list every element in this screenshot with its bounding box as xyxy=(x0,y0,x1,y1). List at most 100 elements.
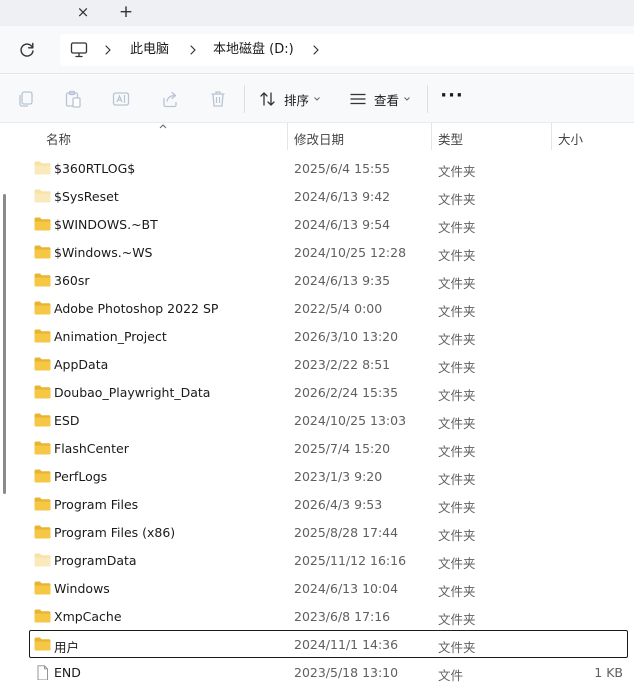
file-name: Animation_Project xyxy=(54,329,167,344)
file-row[interactable]: $WINDOWS.~BT 2024/6/13 9:54 文件夹 xyxy=(29,210,628,238)
file-type: 文件夹 xyxy=(438,192,476,207)
file-type: 文件夹 xyxy=(438,276,476,291)
paste-icon[interactable] xyxy=(63,89,83,109)
file-row[interactable]: AppData 2023/2/22 8:51 文件夹 xyxy=(29,350,628,378)
file-type: 文件 xyxy=(438,668,464,683)
address-path[interactable]: 此电脑 本地磁盘 (D:) xyxy=(60,34,634,66)
chevron-right-icon[interactable] xyxy=(310,41,322,59)
column-divider[interactable] xyxy=(431,123,432,150)
file-row[interactable]: ProgramData 2025/11/12 16:16 文件夹 xyxy=(29,546,628,574)
sort-ascending-icon xyxy=(159,124,167,129)
file-name: XmpCache xyxy=(54,609,122,624)
file-type: 文件夹 xyxy=(438,556,476,571)
column-date[interactable]: 修改日期 xyxy=(294,129,344,148)
folder-icon xyxy=(34,245,51,259)
view-label: 查看 xyxy=(374,92,400,108)
folder-icon xyxy=(34,497,51,511)
folder-icon xyxy=(34,441,51,455)
column-divider[interactable] xyxy=(287,123,288,150)
more-options-button[interactable]: ··· xyxy=(440,87,464,109)
view-button[interactable]: 查看 xyxy=(349,89,411,109)
column-divider[interactable] xyxy=(551,123,552,150)
file-row[interactable]: $Windows.~WS 2024/10/25 12:28 文件夹 xyxy=(29,238,628,266)
column-name[interactable]: 名称 xyxy=(46,129,71,148)
file-type: 文件夹 xyxy=(438,360,476,375)
file-date: 2026/4/3 9:53 xyxy=(294,497,383,512)
chevron-down-icon xyxy=(404,97,410,101)
address-bar: 此电脑 本地磁盘 (D:) xyxy=(0,26,634,74)
share-icon[interactable] xyxy=(160,89,180,109)
sort-button[interactable]: 排序 xyxy=(259,89,321,109)
file-type: 文件夹 xyxy=(438,304,476,319)
file-name: $Windows.~WS xyxy=(54,245,153,260)
file-date: 2023/6/8 17:16 xyxy=(294,609,391,624)
file-date: 2025/7/4 15:20 xyxy=(294,441,391,456)
file-row[interactable]: Program Files 2026/4/3 9:53 文件夹 xyxy=(29,490,628,518)
file-type: 文件夹 xyxy=(438,640,476,655)
chevron-right-icon[interactable] xyxy=(102,41,114,59)
file-row[interactable]: 用户 2024/11/1 14:36 文件夹 xyxy=(29,630,628,658)
file-name: FlashCenter xyxy=(54,441,129,456)
folder-icon xyxy=(34,413,51,427)
file-size: 1 KB xyxy=(594,665,623,680)
breadcrumb-drive-d[interactable]: 本地磁盘 (D:) xyxy=(213,41,294,59)
file-row[interactable]: $SysReset 2024/6/13 9:42 文件夹 xyxy=(29,182,628,210)
file-row[interactable]: Windows 2024/6/13 10:04 文件夹 xyxy=(29,574,628,602)
file-row[interactable]: ESD 2024/10/25 13:03 文件夹 xyxy=(29,406,628,434)
file-row[interactable]: XmpCache 2023/6/8 17:16 文件夹 xyxy=(29,602,628,630)
file-row[interactable]: Program Files (x86) 2025/8/28 17:44 文件夹 xyxy=(29,518,628,546)
column-size[interactable]: 大小 xyxy=(558,129,583,148)
file-row[interactable]: Adobe Photoshop 2022 SP 2022/5/4 0:00 文件夹 xyxy=(29,294,628,322)
chevron-right-icon[interactable] xyxy=(187,41,199,59)
file-name: Adobe Photoshop 2022 SP xyxy=(54,301,219,316)
file-name: $360RTLOG$ xyxy=(54,161,136,176)
file-date: 2024/10/25 13:03 xyxy=(294,413,407,428)
file-row[interactable]: Doubao_Playwright_Data 2026/2/24 15:35 文件夹 xyxy=(29,378,628,406)
sort-label: 排序 xyxy=(284,92,310,108)
refresh-icon[interactable] xyxy=(17,39,37,61)
folder-icon xyxy=(34,469,51,483)
file-row[interactable]: $360RTLOG$ 2025/6/4 15:55 文件夹 xyxy=(29,154,628,182)
file-type: 文件夹 xyxy=(438,584,476,599)
file-icon xyxy=(37,665,48,680)
file-type: 文件夹 xyxy=(438,528,476,543)
file-date: 2025/11/12 16:16 xyxy=(294,553,407,568)
breadcrumb-this-pc[interactable]: 此电脑 xyxy=(130,41,169,59)
computer-icon[interactable] xyxy=(70,41,88,59)
column-type[interactable]: 类型 xyxy=(438,129,463,148)
close-tab-icon[interactable]: × xyxy=(73,2,93,22)
delete-icon[interactable] xyxy=(208,89,228,109)
file-name: ProgramData xyxy=(54,553,137,568)
folder-icon xyxy=(34,609,51,623)
file-date: 2024/11/1 14:36 xyxy=(294,637,399,652)
file-type: 文件夹 xyxy=(438,612,476,627)
scrollbar-thumb[interactable] xyxy=(3,194,6,494)
toolbar-divider xyxy=(427,85,428,113)
file-row[interactable]: END 2023/5/18 13:10 文件 1 KB xyxy=(29,658,628,686)
folder-icon xyxy=(34,357,51,371)
file-date: 2024/10/25 12:28 xyxy=(294,245,407,260)
file-row[interactable]: Animation_Project 2026/3/10 13:20 文件夹 xyxy=(29,322,628,350)
copy-icon[interactable] xyxy=(16,89,36,109)
file-row[interactable]: PerfLogs 2023/1/3 9:20 文件夹 xyxy=(29,462,628,490)
rename-icon[interactable] xyxy=(111,89,131,109)
file-name: END xyxy=(54,665,81,680)
sort-icon xyxy=(260,92,275,106)
file-type: 文件夹 xyxy=(438,220,476,235)
file-row[interactable]: FlashCenter 2025/7/4 15:20 文件夹 xyxy=(29,434,628,462)
new-tab-button[interactable]: + xyxy=(116,1,136,23)
folder-icon xyxy=(34,161,51,175)
file-date: 2022/5/4 0:00 xyxy=(294,301,383,316)
file-name: AppData xyxy=(54,357,109,372)
command-bar: 排序 查看 ··· xyxy=(0,75,634,123)
file-name: Doubao_Playwright_Data xyxy=(54,385,211,400)
view-icon xyxy=(350,93,366,105)
folder-icon xyxy=(34,301,51,315)
file-name: ESD xyxy=(54,413,80,428)
file-date: 2024/6/13 9:35 xyxy=(294,273,391,288)
file-type: 文件夹 xyxy=(438,332,476,347)
file-date: 2025/8/28 17:44 xyxy=(294,525,399,540)
file-row[interactable]: 360sr 2024/6/13 9:35 文件夹 xyxy=(29,266,628,294)
file-name: $SysReset xyxy=(54,189,119,204)
file-name: Program Files (x86) xyxy=(54,525,176,540)
